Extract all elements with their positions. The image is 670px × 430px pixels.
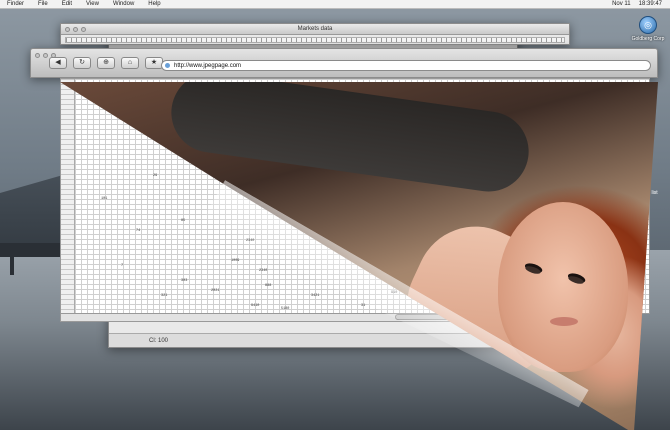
menubar-date: Nov 11: [612, 1, 631, 7]
table-cell[interactable]: 3421: [311, 294, 319, 298]
reload-icon[interactable]: ↻: [73, 57, 91, 69]
home-icon[interactable]: ⌂: [121, 57, 139, 69]
photo-background-shadow: [166, 82, 534, 197]
photo-lips: [550, 317, 578, 326]
desktop-wallpaper-pier: [0, 243, 60, 275]
menu-window[interactable]: Window: [106, 1, 141, 7]
desktop-icon-goldberg-corp[interactable]: ◎ Goldberg Corp: [628, 16, 668, 42]
table-cell[interactable]: 321: [161, 294, 167, 298]
add-icon[interactable]: ⊕: [97, 57, 115, 69]
back-arrow-icon[interactable]: ◀: [49, 57, 67, 69]
column-ruler: [65, 37, 565, 43]
markets-window-titlebar[interactable]: Markets data: [61, 24, 569, 35]
table-cell[interactable]: 5180: [281, 307, 289, 311]
table-cell[interactable]: 9410: [251, 304, 259, 308]
browser-minimize-button[interactable]: [43, 53, 48, 58]
browser-toolbar: ◀ ↻ ⊕ ⌂ ★: [49, 57, 163, 69]
markets-data-window[interactable]: Markets data: [60, 23, 570, 45]
table-cell[interactable]: 101: [101, 197, 107, 201]
menubar-time: 18:39:47: [638, 1, 662, 7]
menu-help[interactable]: Help: [141, 1, 167, 7]
address-bar-input[interactable]: http://www.jpegpage.com: [161, 60, 651, 71]
table-cell[interactable]: 85: [181, 219, 185, 223]
table-cell[interactable]: 303: [181, 279, 187, 283]
browser-window[interactable]: ◀ ↻ ⊕ ⌂ ★ http://www.jpegpage.com: [30, 48, 658, 78]
table-cell[interactable]: 888: [265, 284, 271, 288]
zoom-button[interactable]: [81, 27, 86, 32]
table-cell[interactable]: 7: [121, 264, 123, 268]
markets-window-title: Markets data: [297, 26, 333, 32]
table-cell[interactable]: 31: [361, 304, 365, 308]
table-cell[interactable]: 29: [153, 174, 157, 178]
globe-icon: ◎: [639, 16, 657, 34]
table-cell[interactable]: 1009: [231, 259, 239, 263]
desktop-icon-label: Goldberg Corp: [631, 36, 665, 42]
minimize-button[interactable]: [73, 27, 78, 32]
menubar-clock[interactable]: Nov 11 18:39:47: [612, 1, 670, 7]
browser-close-button[interactable]: [35, 53, 40, 58]
photo-face: [498, 202, 628, 372]
menubar: Finder File Edit View Window Help Nov 11…: [0, 0, 670, 9]
menu-edit[interactable]: Edit: [55, 1, 79, 7]
table-cell[interactable]: 2340: [259, 269, 267, 273]
table-cell[interactable]: 74: [136, 229, 140, 233]
window-controls: [65, 27, 86, 32]
table-cell[interactable]: 2021: [211, 289, 219, 293]
menu-finder[interactable]: Finder: [0, 1, 31, 7]
row-headers: [61, 79, 75, 313]
menu-file[interactable]: File: [31, 1, 55, 7]
menu-view[interactable]: View: [79, 1, 106, 7]
close-button[interactable]: [65, 27, 70, 32]
